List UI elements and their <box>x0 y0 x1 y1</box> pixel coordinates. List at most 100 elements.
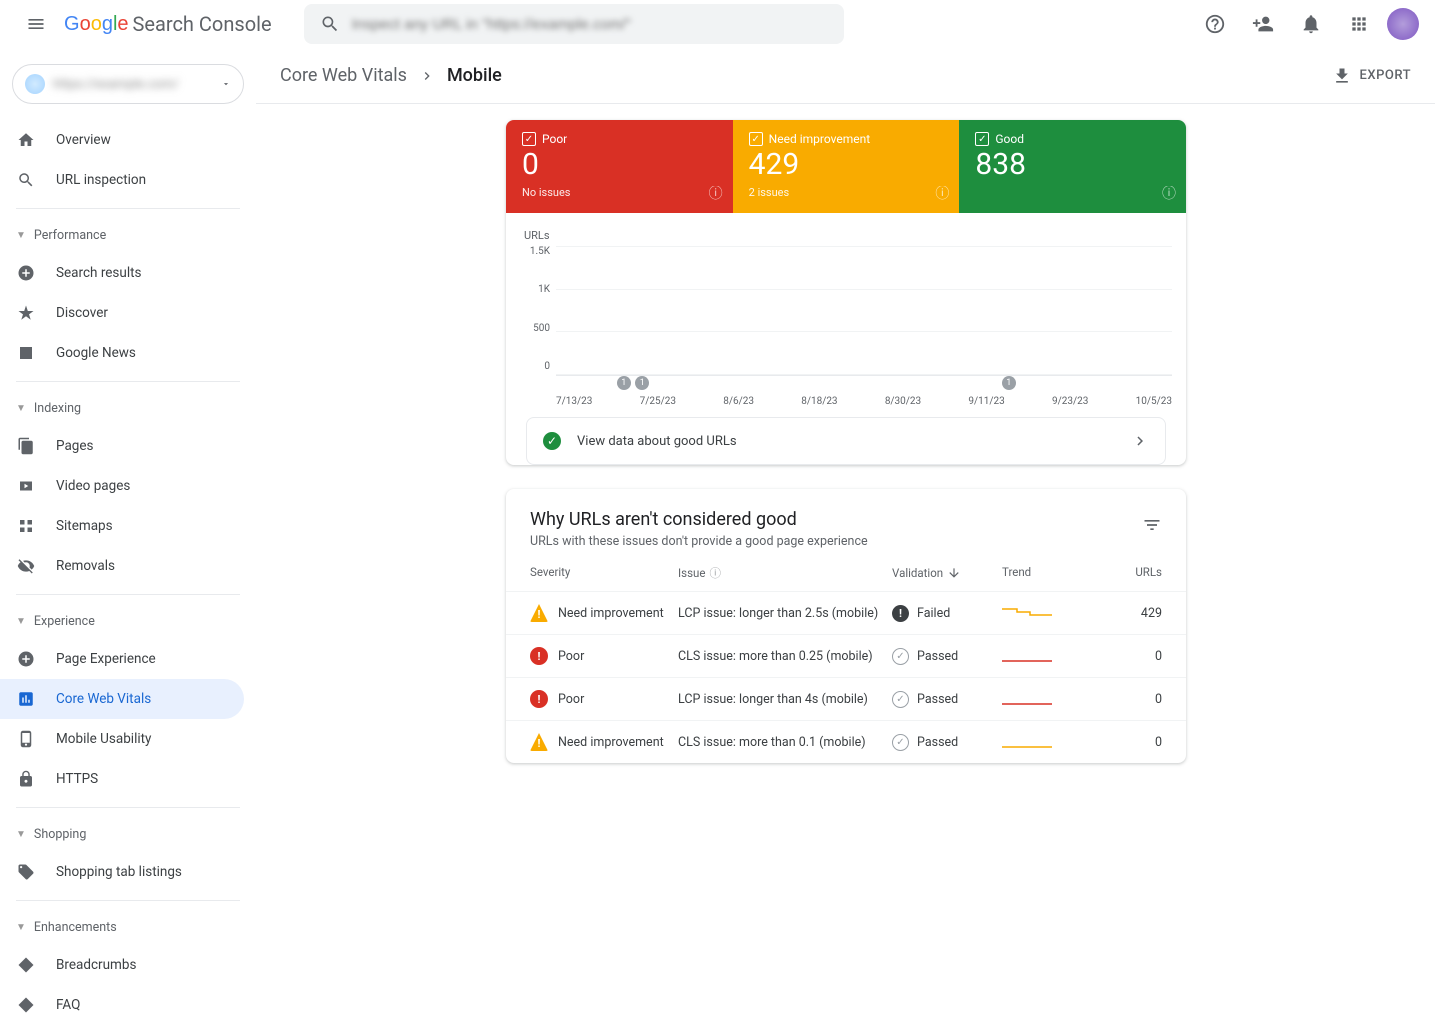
section-performance[interactable]: ▼Performance <box>0 217 256 253</box>
section-enhancements[interactable]: ▼Enhancements <box>0 909 256 945</box>
issues-title: Why URLs aren't considered good <box>530 509 868 530</box>
sidebar-item-google-news[interactable]: Google News <box>0 333 244 373</box>
sidebar-item-https[interactable]: HTTPS <box>0 759 244 799</box>
app-header: Google Search Console <box>0 0 1435 48</box>
sidebar-item-shopping-tab-listings[interactable]: Shopping tab listings <box>0 852 244 892</box>
passed-icon: ✓ <box>892 648 909 665</box>
check-circle-icon: ✓ <box>543 432 561 450</box>
product-name: Search Console <box>133 12 272 36</box>
issues-table-header: Severity Issue ⓘ Validation Trend URLs <box>506 549 1186 591</box>
header-right <box>1195 4 1419 44</box>
logo[interactable]: Google Search Console <box>64 12 272 36</box>
help-button[interactable] <box>1195 4 1235 44</box>
star-icon <box>16 303 36 323</box>
chevron-right-icon <box>419 68 435 84</box>
home-icon <box>16 130 36 150</box>
search-input[interactable] <box>352 16 828 33</box>
export-button[interactable]: EXPORT <box>1332 66 1411 86</box>
news-icon <box>16 343 36 363</box>
sidebar-item-discover[interactable]: Discover <box>0 293 244 333</box>
help-icon[interactable]: ⓘ <box>1162 183 1176 203</box>
phone-icon <box>16 729 36 749</box>
sidebar-item-video-pages[interactable]: Video pages <box>0 466 244 506</box>
section-experience[interactable]: ▼Experience <box>0 603 256 639</box>
issue-row[interactable]: Need improvement LCP issue: longer than … <box>506 591 1186 634</box>
avatar[interactable] <box>1387 8 1419 40</box>
sidebar-item-pages[interactable]: Pages <box>0 426 244 466</box>
sidebar-item-breadcrumbs[interactable]: Breadcrumbs <box>0 945 244 985</box>
section-indexing[interactable]: ▼Indexing <box>0 390 256 426</box>
chart-marker[interactable]: 1 <box>617 376 631 390</box>
help-icon[interactable]: ⓘ <box>935 183 949 203</box>
sidebar-item-page-experience[interactable]: Page Experience <box>0 639 244 679</box>
sitemap-icon <box>16 516 36 536</box>
plus-circle-icon <box>16 649 36 669</box>
sidebar-item-overview[interactable]: Overview <box>0 120 244 160</box>
passed-icon: ✓ <box>892 691 909 708</box>
sidebar-item-mobile-usability[interactable]: Mobile Usability <box>0 719 244 759</box>
chevron-down-icon <box>221 79 231 89</box>
notifications-button[interactable] <box>1291 4 1331 44</box>
search-icon <box>320 14 340 34</box>
chart-markers: 111 <box>556 376 1172 392</box>
breadcrumb-current: Mobile <box>447 65 502 86</box>
sidebar-item-removals[interactable]: Removals <box>0 546 244 586</box>
breadcrumb-parent[interactable]: Core Web Vitals <box>280 65 407 86</box>
error-circle-icon: ! <box>530 690 548 708</box>
menu-button[interactable] <box>16 4 56 44</box>
sparkline <box>1002 691 1102 707</box>
sidebar-item-sitemaps[interactable]: Sitemaps <box>0 506 244 546</box>
chevron-right-icon <box>1131 432 1149 450</box>
chart-plot <box>556 246 1172 376</box>
filter-button[interactable] <box>1142 515 1162 535</box>
search-box[interactable] <box>304 4 844 44</box>
chart-marker[interactable]: 1 <box>1002 376 1016 390</box>
breadcrumb-bar: Core Web Vitals Mobile EXPORT <box>256 48 1435 104</box>
sidebar-item-core-web-vitals[interactable]: Core Web Vitals <box>0 679 244 719</box>
summary-card: ✓Poor 0 No issues ⓘ ✓Need improvement 42… <box>506 120 1186 465</box>
filter-list-icon <box>1142 515 1162 535</box>
help-icon: ⓘ <box>709 565 721 581</box>
view-good-urls-link[interactable]: ✓ View data about good URLs <box>526 417 1166 465</box>
help-icon[interactable]: ⓘ <box>709 183 723 203</box>
issues-subtitle: URLs with these issues don't provide a g… <box>530 534 868 549</box>
chart-yaxis: 1.5K1K5000 <box>520 246 556 376</box>
sidebar-item-faq[interactable]: FAQ <box>0 985 244 1025</box>
sidebar-item-url-inspection[interactable]: URL inspection <box>0 160 244 200</box>
issue-row[interactable]: !Poor LCP issue: longer than 4s (mobile)… <box>506 677 1186 720</box>
warning-triangle-icon <box>530 604 548 622</box>
error-circle-icon: ! <box>530 647 548 665</box>
chart-marker[interactable]: 1 <box>635 376 649 390</box>
issue-row[interactable]: Need improvement CLS issue: more than 0.… <box>506 720 1186 763</box>
apps-grid-icon <box>1349 14 1369 34</box>
tile-poor[interactable]: ✓Poor 0 No issues ⓘ <box>506 120 733 213</box>
tile-need-improvement[interactable]: ✓Need improvement 429 2 issues ⓘ <box>733 120 960 213</box>
speed-icon <box>16 689 36 709</box>
main-content: Core Web Vitals Mobile EXPORT ✓Poor 0 No… <box>256 48 1435 1025</box>
diamond-icon <box>16 955 36 975</box>
diamond-icon <box>16 995 36 1015</box>
help-icon <box>1204 13 1226 35</box>
g-logo-icon <box>16 263 36 283</box>
visibility-off-icon <box>16 556 36 576</box>
property-icon <box>25 74 45 94</box>
lock-icon <box>16 769 36 789</box>
issue-row[interactable]: !Poor CLS issue: more than 0.25 (mobile)… <box>506 634 1186 677</box>
video-icon <box>16 476 36 496</box>
people-button[interactable] <box>1243 4 1283 44</box>
arrow-down-icon <box>947 566 961 580</box>
issues-card: Why URLs aren't considered good URLs wit… <box>506 489 1186 763</box>
property-selector[interactable]: https://example.com/ <box>12 64 244 104</box>
pages-icon <box>16 436 36 456</box>
hamburger-icon <box>26 14 46 34</box>
tile-good[interactable]: ✓Good 838 ⓘ <box>959 120 1186 213</box>
apps-button[interactable] <box>1339 4 1379 44</box>
tag-icon <box>16 862 36 882</box>
section-shopping[interactable]: ▼Shopping <box>0 816 256 852</box>
search-icon <box>16 170 36 190</box>
sidebar-item-search-results[interactable]: Search results <box>0 253 244 293</box>
sparkline <box>1002 648 1102 664</box>
warning-triangle-icon <box>530 733 548 751</box>
property-name: https://example.com/ <box>53 77 213 92</box>
summary-tiles: ✓Poor 0 No issues ⓘ ✓Need improvement 42… <box>506 120 1186 213</box>
